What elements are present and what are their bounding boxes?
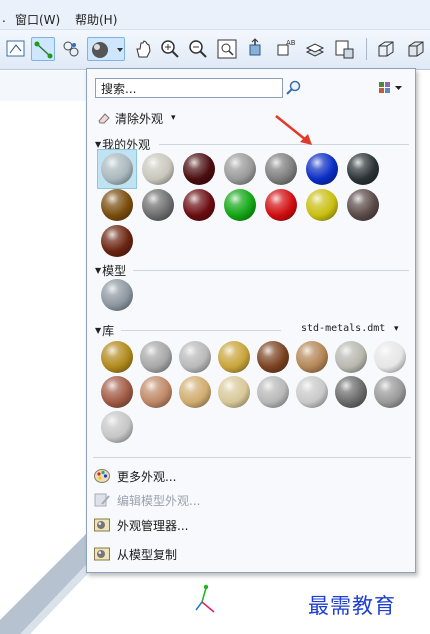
- menu-item-label: 从模型复制: [117, 547, 178, 562]
- appearance-swatch-my[interactable]: [224, 189, 256, 221]
- datum-point-icon[interactable]: [59, 37, 83, 61]
- appearance-swatch-library[interactable]: [296, 341, 328, 373]
- appearance-swatch-library[interactable]: [218, 341, 250, 373]
- appearance-swatch-library[interactable]: [218, 376, 250, 408]
- coordinate-triad-icon: [195, 584, 215, 613]
- search-input[interactable]: 搜索...: [95, 78, 283, 98]
- svg-text:AB: AB: [286, 39, 296, 47]
- canvas-left-strip: [0, 71, 86, 101]
- section-divider: [133, 270, 409, 271]
- annotation-arrow-icon: [275, 115, 312, 145]
- palette-icon: [94, 469, 110, 483]
- appearance-manager-item[interactable]: 外观管理器...: [93, 514, 393, 536]
- saved-views-icon[interactable]: AB: [274, 37, 298, 61]
- appearance-swatch-library[interactable]: [179, 376, 211, 408]
- appearance-swatch-my[interactable]: [142, 153, 174, 185]
- clear-appearance-button[interactable]: 清除外观 ▾: [97, 109, 176, 127]
- refit-icon[interactable]: [215, 37, 239, 61]
- appearance-swatch-my[interactable]: [224, 153, 256, 185]
- appearance-swatch-my[interactable]: [265, 153, 297, 185]
- appearance-sphere-icon[interactable]: [87, 37, 125, 61]
- view-options-icon[interactable]: [377, 80, 405, 96]
- appearance-manager-icon: [94, 518, 110, 532]
- appearance-swatch-my[interactable]: [101, 189, 133, 221]
- appearance-swatch-library[interactable]: [335, 376, 367, 408]
- appearance-swatch-library[interactable]: [257, 341, 289, 373]
- menu-item-window[interactable]: 窗口(W): [15, 11, 60, 28]
- appearance-swatch-library[interactable]: [179, 341, 211, 373]
- appearance-swatch-library[interactable]: [374, 341, 406, 373]
- toolbar: AB: [0, 30, 430, 70]
- sketch-view-icon[interactable]: [4, 37, 28, 61]
- section-model[interactable]: ▼ 模型: [95, 263, 127, 278]
- library-file-selector[interactable]: std-metals.dmt: [301, 323, 385, 334]
- toolbar-separator: [366, 38, 367, 60]
- zoom-out-icon[interactable]: [186, 37, 210, 61]
- appearance-gallery-panel: 搜索... 清除外观 ▾ ▼ 我的外观 ▼ 模型 ▼ 库 std-metals.dmt…: [86, 68, 416, 573]
- appearance-swatch-my[interactable]: [101, 153, 133, 185]
- section-title: 库: [102, 323, 115, 338]
- appearance-swatch-my[interactable]: [265, 189, 297, 221]
- menu-item-help[interactable]: 帮助(H): [75, 11, 117, 28]
- layers-icon[interactable]: [303, 37, 327, 61]
- appearance-swatch-model[interactable]: [101, 279, 133, 311]
- copy-from-model-icon: [94, 547, 110, 561]
- eraser-icon: [98, 113, 110, 124]
- appearance-swatch-my[interactable]: [306, 153, 338, 185]
- menubar: . 窗口(W) 帮助(H): [0, 0, 430, 30]
- appearance-swatch-library[interactable]: [101, 411, 133, 443]
- datum-curve-icon[interactable]: [31, 37, 55, 61]
- menu-separator: [93, 457, 411, 458]
- appearance-swatch-library[interactable]: [101, 341, 133, 373]
- copy-from-model-item[interactable]: 从模型复制: [93, 543, 393, 565]
- clear-appearance-label: 清除外观: [115, 111, 164, 126]
- menu-item-label: 外观管理器...: [117, 518, 189, 533]
- more-appearances-item[interactable]: 更多外观...: [93, 465, 393, 487]
- appearance-swatch-my[interactable]: [306, 189, 338, 221]
- appearance-swatch-library[interactable]: [374, 376, 406, 408]
- pan-hand-icon[interactable]: [132, 37, 156, 61]
- wireframe-icon[interactable]: [374, 37, 398, 61]
- edit-appearance-icon: [94, 493, 110, 507]
- section-library[interactable]: ▼ 库: [95, 323, 115, 338]
- appearance-swatch-my[interactable]: [183, 153, 215, 185]
- menu-item-dot[interactable]: .: [2, 11, 6, 25]
- appearance-swatch-library[interactable]: [296, 376, 328, 408]
- appearance-swatch-my[interactable]: [183, 189, 215, 221]
- appearance-swatch-library[interactable]: [140, 341, 172, 373]
- reorient-icon[interactable]: [244, 37, 268, 61]
- menu-item-label: 更多外观...: [117, 469, 177, 484]
- edit-model-appearance-item[interactable]: 编辑模型外观...: [93, 489, 393, 511]
- menu-item-label: 编辑模型外观...: [117, 493, 201, 508]
- appearance-swatch-my[interactable]: [347, 153, 379, 185]
- search-icon[interactable]: [284, 79, 302, 97]
- zoom-in-icon[interactable]: [158, 37, 182, 61]
- clear-dropdown-arrow[interactable]: ▾: [171, 113, 176, 123]
- appearance-swatch-my[interactable]: [142, 189, 174, 221]
- shaded-icon[interactable]: [404, 37, 428, 61]
- library-file-arrow[interactable]: ▾: [394, 324, 399, 334]
- appearance-swatch-library[interactable]: [257, 376, 289, 408]
- section-title: 模型: [102, 263, 127, 278]
- appearance-swatch-my[interactable]: [347, 189, 379, 221]
- section-divider: [121, 330, 281, 331]
- appearance-swatch-my[interactable]: [101, 225, 133, 257]
- appearance-swatch-library[interactable]: [335, 341, 367, 373]
- appearance-swatch-library[interactable]: [101, 376, 133, 408]
- model-display-icon[interactable]: [332, 37, 356, 61]
- watermark: 最需教育: [308, 594, 396, 618]
- appearance-swatch-library[interactable]: [140, 376, 172, 408]
